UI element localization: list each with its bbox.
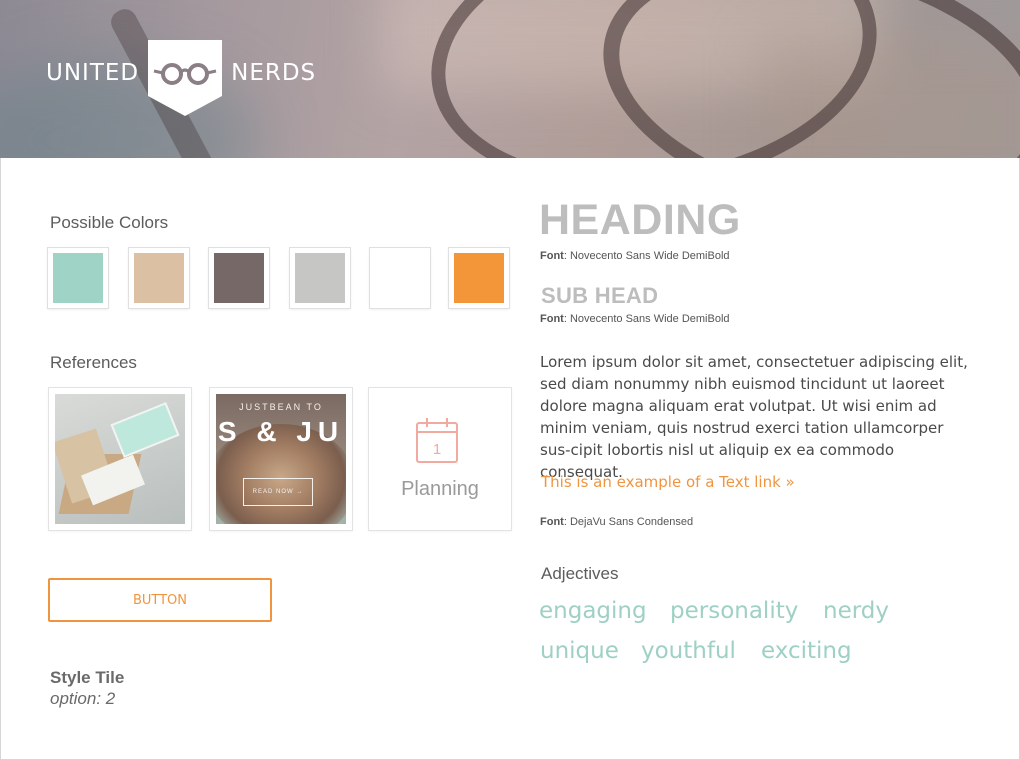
heading-sample: HEADING <box>539 196 741 244</box>
body-text-sample: Lorem ipsum dolor sit amet, consectetuer… <box>540 353 968 481</box>
adjective-word: personality <box>670 598 799 624</box>
color-swatch[interactable] <box>290 248 350 308</box>
adjective-word: youthful <box>641 638 736 664</box>
subhead-sample: SUB HEAD <box>541 283 659 308</box>
header-banner: UNITED NERDS <box>0 0 1020 158</box>
reference-planning[interactable]: 1 Planning <box>369 388 511 530</box>
calendar-icon: 1 <box>416 418 458 463</box>
brand-logo[interactable]: UNITED NERDS <box>46 40 316 118</box>
adjective-word: exciting <box>761 638 852 664</box>
adjective-word: unique <box>540 638 619 664</box>
reference-business-cards[interactable] <box>49 388 191 530</box>
calendar-day: 1 <box>433 441 441 458</box>
adjectives-title: Adjectives <box>541 564 619 583</box>
color-swatch[interactable] <box>209 248 269 308</box>
adjective-word: nerdy <box>823 598 889 624</box>
coffee-read-now-button: READ NOW → <box>243 478 313 506</box>
glasses-shield-icon <box>148 40 223 116</box>
heading-font-note: Font: Novecento Sans Wide DemiBold <box>540 250 730 262</box>
color-swatch[interactable] <box>48 248 108 308</box>
color-swatch[interactable] <box>370 248 430 308</box>
coffee-headline: S & JU <box>217 416 345 447</box>
subhead-font-note: Font: Novecento Sans Wide DemiBold <box>540 313 730 325</box>
glasses-lens-photo <box>578 0 1020 158</box>
logo-word-left: UNITED <box>46 60 140 86</box>
adjective-word: engaging <box>539 598 647 624</box>
reference-coffee-site[interactable]: JUSTBEAN TO S & JU READ NOW → <box>210 388 352 530</box>
text-link-sample[interactable]: This is an example of a Text link » <box>541 473 795 491</box>
possible-colors-title: Possible Colors <box>50 213 169 232</box>
planning-label: Planning <box>401 478 479 500</box>
references-title: References <box>50 353 137 372</box>
sample-button[interactable]: BUTTON <box>48 578 272 622</box>
coffee-tagline: JUSTBEAN TO <box>239 402 323 412</box>
color-swatch[interactable] <box>449 248 509 308</box>
style-tile-option: option: 2 <box>50 689 116 708</box>
coffee-image: JUSTBEAN TO S & JU READ NOW → <box>216 394 346 524</box>
style-tile-title: Style Tile <box>50 668 125 687</box>
color-swatch[interactable] <box>129 248 189 308</box>
business-cards-image <box>55 394 185 524</box>
logo-word-right: NERDS <box>231 60 317 86</box>
body-font-note: Font: DejaVu Sans Condensed <box>540 516 694 528</box>
